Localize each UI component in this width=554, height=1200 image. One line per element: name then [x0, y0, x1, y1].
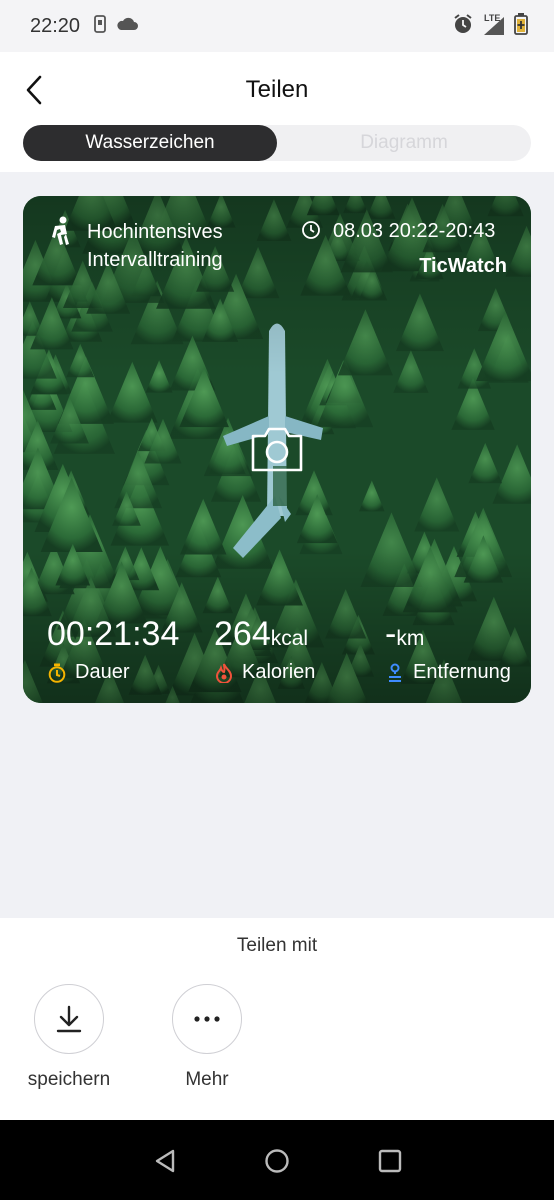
workout-name: Hochintensives Intervalltraining — [87, 218, 307, 274]
stat-duration-value: 00:21:34 — [47, 616, 179, 657]
stat-duration: 00:21:34 Dauer — [47, 616, 179, 684]
distance-label: Entfernung — [413, 661, 511, 683]
stopwatch-icon — [48, 663, 66, 683]
brand-label: TicWatch — [419, 255, 507, 277]
tab-switcher: Wasserzeichen Diagramm — [23, 125, 531, 161]
workout-name-line-2: Intervalltraining — [87, 249, 223, 271]
triangle-back-icon — [155, 1149, 175, 1173]
nav-recents-button[interactable] — [375, 1146, 405, 1176]
stat-distance: -km Entfernung — [385, 616, 511, 684]
battery-charging-icon — [514, 12, 528, 40]
lte-signal-icon: LTE — [482, 13, 506, 37]
stat-calories-label: Kalorien — [214, 661, 315, 684]
nav-home-button[interactable] — [262, 1146, 292, 1176]
flame-icon — [215, 663, 233, 683]
stat-distance-value: -km — [385, 616, 511, 657]
more-button[interactable] — [172, 984, 242, 1054]
page-title: Teilen — [245, 76, 309, 103]
stat-calories-value: 264kcal — [214, 616, 315, 657]
nav-back-button[interactable] — [150, 1146, 180, 1176]
tab-chart[interactable]: Diagramm — [277, 125, 531, 161]
stat-distance-label: Entfernung — [385, 661, 511, 684]
calories-value: 264 — [214, 615, 271, 653]
share-panel: Teilen mit speichern Mehr — [0, 918, 554, 1120]
route-icon — [389, 663, 401, 682]
workout-datetime: 08.03 20:22-20:43 — [333, 220, 496, 242]
status-bar: 22:20 LTE — [0, 0, 554, 52]
distance-unit: km — [396, 627, 425, 650]
duration-label: Dauer — [75, 661, 130, 683]
circle-home-icon — [265, 1149, 289, 1173]
distance-value: - — [385, 615, 397, 653]
tab-watermark[interactable]: Wasserzeichen — [23, 125, 277, 161]
duration-value: 00:21:34 — [47, 615, 180, 653]
download-icon — [56, 1005, 82, 1033]
save-button[interactable] — [34, 984, 104, 1054]
cloud-icon — [116, 16, 139, 37]
stat-calories: 264kcal Kalorien — [214, 616, 315, 684]
calories-unit: kcal — [270, 627, 309, 650]
calories-label: Kalorien — [242, 661, 316, 683]
clock-icon — [302, 221, 320, 239]
stat-duration-label: Dauer — [47, 661, 179, 684]
camera-icon[interactable] — [249, 424, 305, 474]
save-label: speichern — [27, 1069, 111, 1090]
header: Teilen Wasserzeichen Diagramm — [0, 52, 554, 172]
phone-notification-icon — [94, 14, 106, 38]
alarm-icon — [452, 13, 474, 40]
square-recents-icon — [378, 1149, 402, 1173]
more-icon — [194, 1016, 220, 1022]
workout-person-icon — [52, 216, 69, 245]
share-card: Hochintensives Intervalltraining 08.03 2… — [23, 196, 531, 703]
workout-name-line-1: Hochintensives — [87, 221, 223, 243]
share-title: Teilen mit — [236, 935, 318, 956]
more-label: Mehr — [185, 1069, 229, 1090]
status-time: 22:20 — [30, 14, 81, 37]
lte-label: LTE — [484, 13, 501, 23]
system-nav-bar — [0, 1120, 554, 1200]
